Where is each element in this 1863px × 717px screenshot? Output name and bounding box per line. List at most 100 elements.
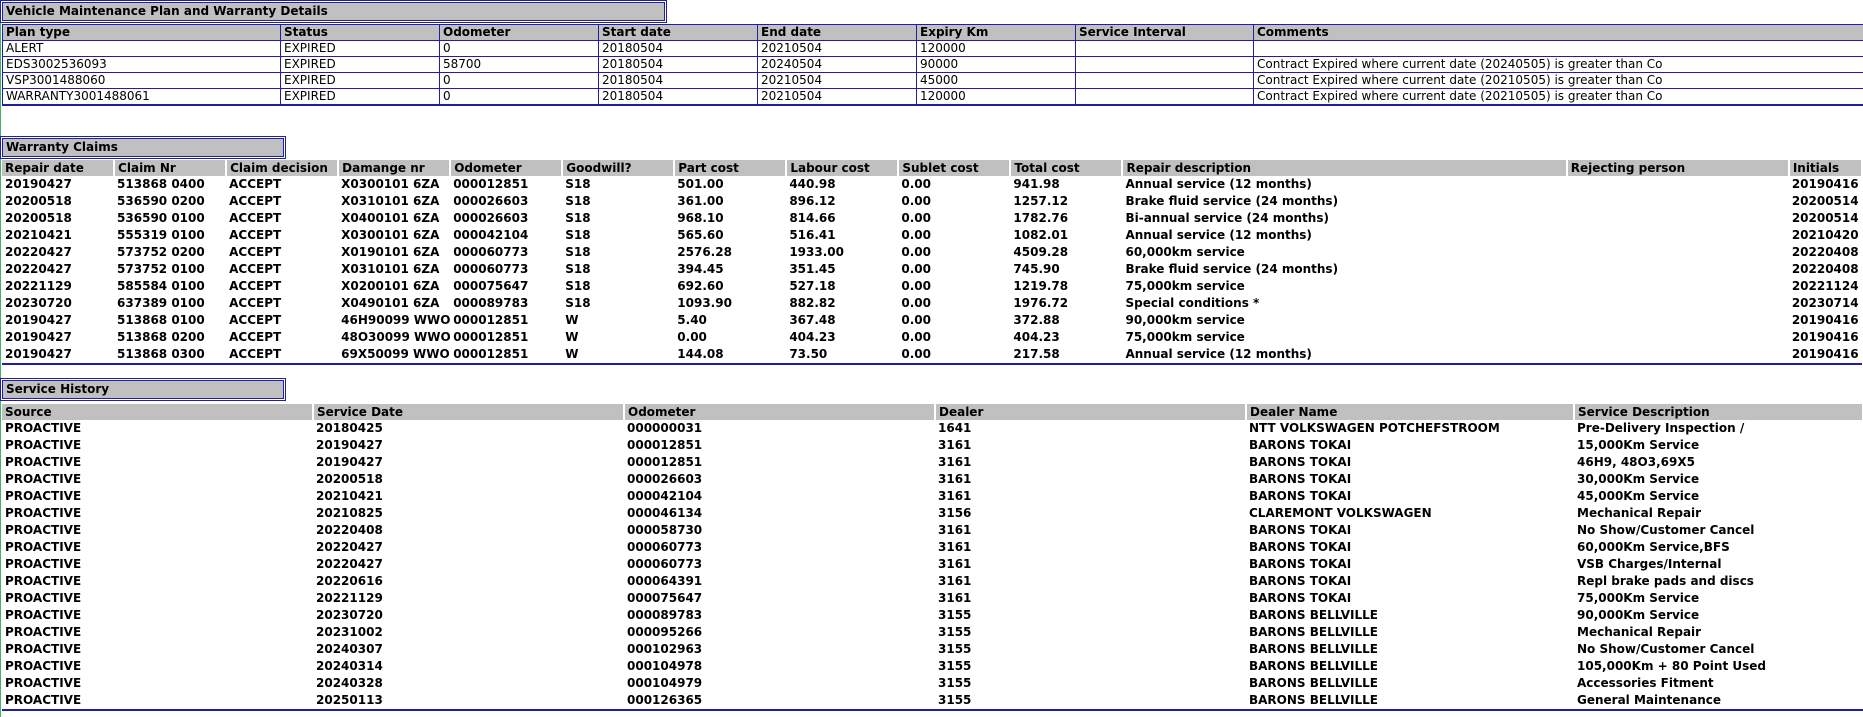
history-cell: 3161 [938, 574, 972, 588]
claims-cell: 217.58 [1013, 347, 1060, 361]
history-cell: BARONS BELLVILLE [1249, 676, 1378, 690]
claims-cell: ACCEPT [229, 211, 282, 225]
claims-column-header: Damange nr [338, 160, 452, 176]
claims-cell: 513868 0300 [117, 347, 205, 361]
maintenance-cell: ALERT [2, 40, 281, 57]
history-cell: 20230720 [316, 608, 383, 622]
maintenance-column-header: Service Interval [1075, 24, 1254, 41]
claims-cell: 637389 0100 [117, 296, 205, 310]
history-row: PROACTIVE 20210825 000046134 3156 CLAREMONT … [2, 505, 1863, 522]
history-row: PROACTIVE 20210421 000042104 3161 BARONS TOK… [2, 488, 1863, 505]
claims-cell: 404.23 [1013, 330, 1060, 344]
claims-column-header: Odometer [450, 160, 564, 176]
history-cell: General Maintenance [1577, 693, 1721, 707]
claims-column-header: Labour cost [786, 160, 900, 176]
claims-row: 20190427 513868 0100 ACCEPT 46H90099 WWO 000… [2, 312, 1862, 329]
history-cell: 000058730 [627, 523, 703, 537]
history-column-header: Service Description [1574, 404, 1863, 420]
history-cell: PROACTIVE [5, 489, 82, 503]
claims-cell: 20230720 [5, 296, 72, 310]
history-column-header: Odometer [624, 404, 936, 420]
history-cell: 20240307 [316, 642, 383, 656]
history-cell: BARONS TOKAI [1249, 523, 1352, 537]
maintenance-cell: 20240504 [757, 56, 917, 73]
claims-cell: 1093.90 [677, 296, 732, 310]
claims-cell: X0490101 6ZA [341, 296, 440, 310]
claims-cell: 367.48 [789, 313, 836, 327]
claims-cell: Special conditions * [1125, 296, 1260, 310]
history-row: PROACTIVE 20180425 000000031 1641 NTT VOLKSW… [2, 420, 1863, 437]
claims-cell: 1257.12 [1013, 194, 1069, 208]
maintenance-cell: Contract Expired where current date (202… [1253, 88, 1863, 106]
claims-cell: 565.60 [677, 228, 724, 242]
history-column-header: Source [2, 404, 314, 420]
maintenance-cell: EXPIRED [280, 56, 440, 73]
maintenance-row: ALERT EXPIRED 0 20180504 20210504 120000 [2, 40, 1863, 57]
claims-cell [1567, 312, 1789, 329]
claims-cell: 20221129 [5, 279, 72, 293]
claims-cell: 351.45 [789, 262, 836, 276]
history-cell: 20210421 [316, 489, 383, 503]
maintenance-cell: 120000 [916, 88, 1076, 106]
history-cell: 3161 [938, 489, 972, 503]
history-cell: PROACTIVE [5, 472, 82, 486]
maintenance-column-header: End date [757, 24, 917, 41]
claims-cell: 527.18 [789, 279, 836, 293]
maintenance-cell: 20210504 [757, 88, 917, 106]
history-row: PROACTIVE 20190427 000012851 3161 BARONS TOK… [2, 454, 1863, 471]
claims-cell: ACCEPT [229, 313, 282, 327]
claims-cell: ACCEPT [229, 177, 282, 191]
claims-cell: 513868 0400 [117, 177, 205, 191]
claims-cell: X0200101 6ZA [341, 279, 440, 293]
claims-cell: 20190427 [5, 313, 72, 327]
claims-cell: ACCEPT [229, 194, 282, 208]
history-cell: 20240328 [316, 676, 383, 690]
maintenance-cell: 20180504 [598, 88, 758, 106]
history-row: PROACTIVE 20231002 000095266 3155 BARONS BEL… [2, 624, 1863, 641]
maintenance-cell: Contract Expired where current date (202… [1253, 56, 1863, 73]
maintenance-cell: EXPIRED [280, 72, 440, 89]
history-cell: 1641 [938, 421, 972, 435]
claims-row: 20221129 585584 0100 ACCEPT X0200101 6ZA 000… [2, 278, 1862, 295]
maintenance-cell [1075, 40, 1254, 57]
claims-cell [1567, 210, 1789, 227]
claims-column-header: Claim decision [226, 160, 340, 176]
claims-cell: Brake fluid service (24 months) [1125, 262, 1339, 276]
history-cell: 000042104 [627, 489, 703, 503]
history-cell: 000095266 [627, 625, 703, 639]
maintenance-column-header: Comments [1253, 24, 1863, 41]
history-cell: BARONS TOKAI [1249, 472, 1352, 486]
maintenance-cell: EXPIRED [280, 40, 440, 57]
claims-cell: 536590 0100 [117, 211, 205, 225]
history-row: PROACTIVE 20220427 000060773 3161 BARONS TOK… [2, 556, 1863, 573]
claims-cell: S18 [565, 177, 591, 191]
maintenance-cell [1253, 40, 1863, 57]
claims-cell [1567, 244, 1789, 261]
history-cell: 000012851 [627, 455, 703, 469]
claims-cell: ACCEPT [229, 296, 282, 310]
claims-cell: 692.60 [677, 279, 724, 293]
claims-cell [1567, 329, 1789, 346]
history-cell: 000064391 [627, 574, 703, 588]
history-cell: 20190427 [316, 438, 383, 452]
claims-cell: 513868 0200 [117, 330, 205, 344]
claims-row: 20190427 513868 0200 ACCEPT 48O30099 WWO 000… [2, 329, 1862, 346]
claims-cell: 000012851 [453, 347, 529, 361]
history-cell: PROACTIVE [5, 676, 82, 690]
claims-cell: 585584 0100 [117, 279, 205, 293]
claims-cell: 20210420 [1791, 228, 1859, 242]
claims-cell: 4509.28 [1013, 245, 1069, 259]
history-cell: PROACTIVE [5, 642, 82, 656]
claims-cell: 0.00 [901, 296, 931, 310]
history-cell: 000104978 [627, 659, 703, 673]
claims-cell: Annual service (12 months) [1125, 228, 1312, 242]
history-row: PROACTIVE 20190427 000012851 3161 BARONS TOK… [2, 437, 1863, 454]
history-cell: BARONS TOKAI [1249, 591, 1352, 605]
history-row: PROACTIVE 20220616 000064391 3161 BARONS TOK… [2, 573, 1863, 590]
claims-cell: X0400101 6ZA [341, 211, 440, 225]
history-cell: 20231002 [316, 625, 383, 639]
claims-column-header: Total cost [1010, 160, 1124, 176]
claims-cell: 516.41 [789, 228, 836, 242]
maintenance-cell: 20180504 [598, 40, 758, 57]
claims-cell: 0.00 [901, 211, 931, 225]
